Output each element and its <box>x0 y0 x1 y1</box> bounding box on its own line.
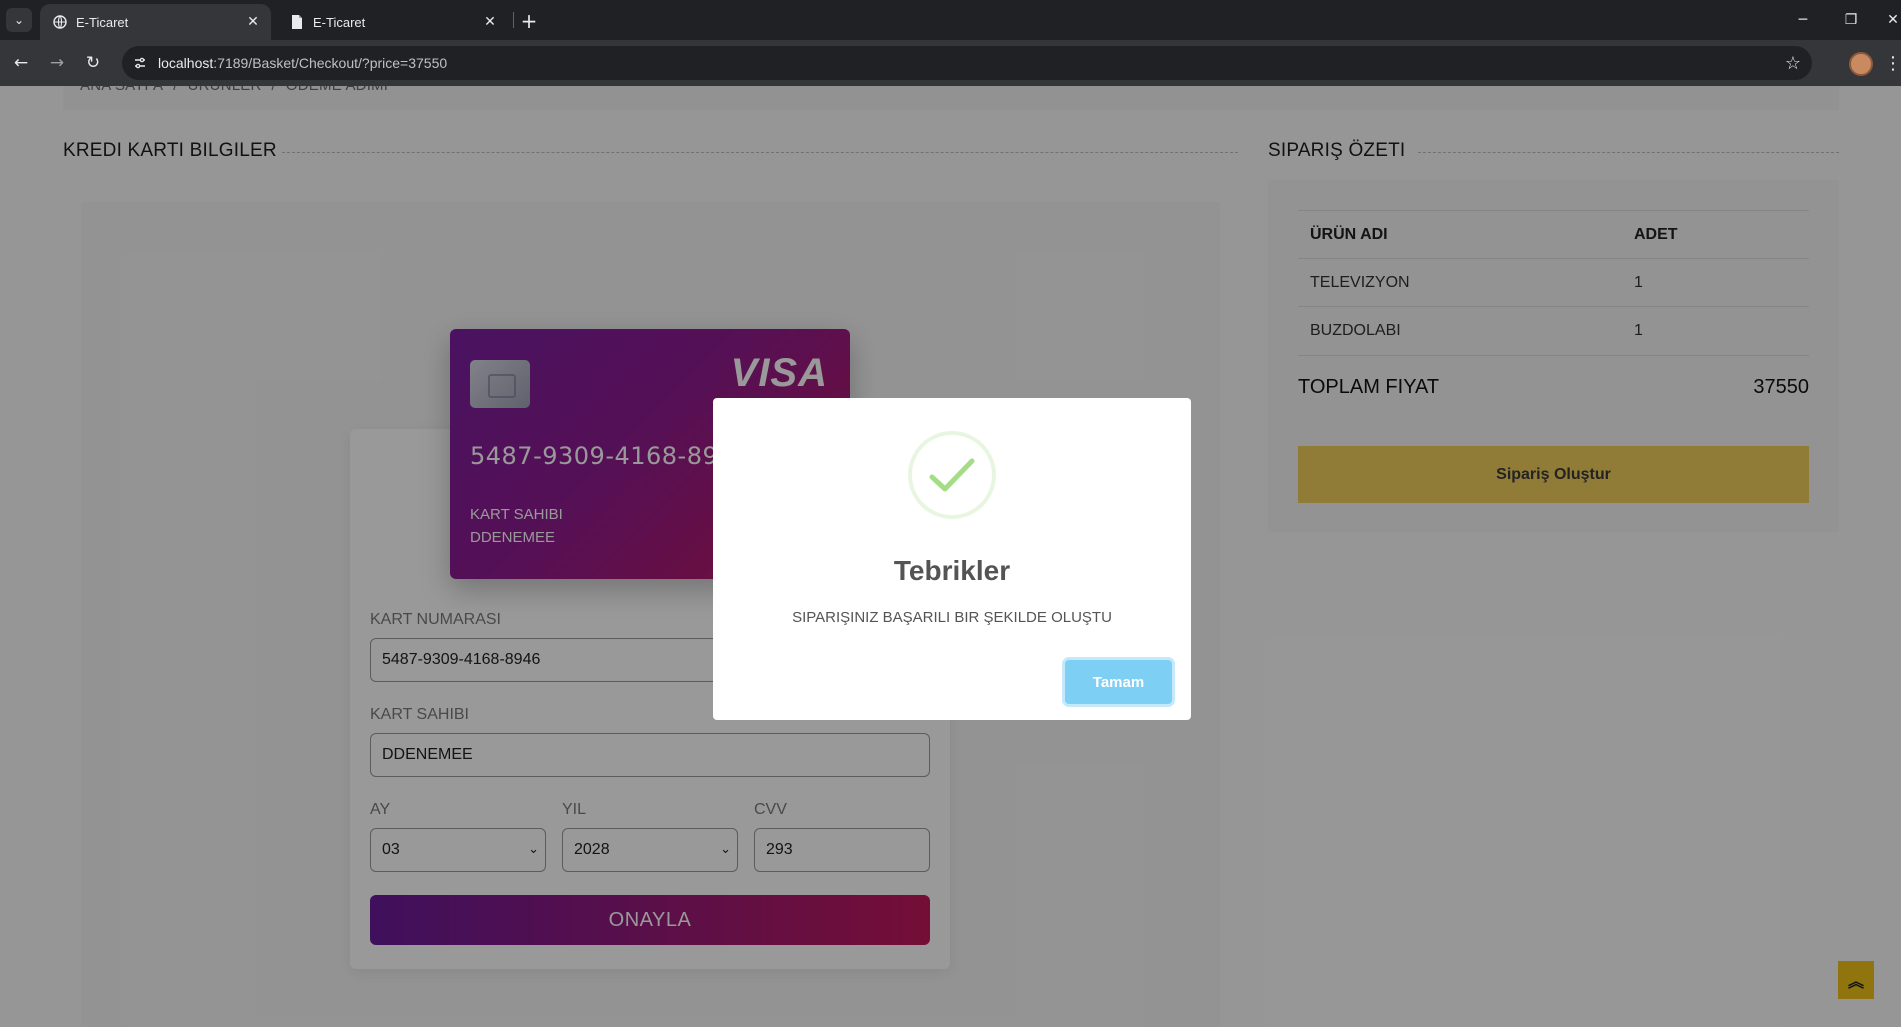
site-info-icon[interactable] <box>132 55 148 71</box>
tab-title: E-Ticaret <box>313 14 366 30</box>
url-text[interactable]: localhost:7189/Basket/Checkout/?price=37… <box>158 55 447 71</box>
dialog-message: SIPARIŞINIZ BAŞARILI BIR ŞEKILDE OLUŞTU <box>792 609 1112 626</box>
address-bar[interactable]: localhost:7189/Basket/Checkout/?price=37… <box>122 46 1812 80</box>
success-dialog: Tebrikler SIPARIŞINIZ BAŞARILI BIR ŞEKIL… <box>713 398 1191 720</box>
document-icon <box>289 14 305 30</box>
tab-separator <box>513 12 514 28</box>
reload-icon[interactable]: ↻ <box>80 50 106 76</box>
star-icon[interactable]: ☆ <box>1782 52 1804 74</box>
menu-dots-icon[interactable]: ⋮ <box>1884 50 1901 76</box>
close-icon[interactable]: ✕ <box>480 12 500 32</box>
back-icon[interactable]: ← <box>8 50 34 76</box>
tab-search-chevron-down-icon[interactable]: ⌄ <box>6 8 32 32</box>
restore-icon[interactable]: ❐ <box>1836 8 1866 32</box>
dialog-title: Tebrikler <box>893 555 1011 586</box>
window-close-icon[interactable]: ✕ <box>1878 8 1901 32</box>
browser-tabstrip: ⌄ E-Ticaret ✕ E-Ticaret ✕ + ─ ❐ ✕ <box>0 0 1901 40</box>
close-icon[interactable]: ✕ <box>243 12 263 32</box>
profile-avatar[interactable] <box>1849 52 1873 76</box>
tab-title: E-Ticaret <box>76 14 129 30</box>
browser-tab-inactive[interactable]: E-Ticaret ✕ <box>277 4 508 40</box>
browser-tab-active[interactable]: E-Ticaret ✕ <box>40 4 271 40</box>
url-path: :7189/Basket/Checkout/?price=37550 <box>213 55 448 71</box>
url-host: localhost <box>158 55 214 71</box>
browser-toolbar: ← → ↻ localhost:7189/Basket/Checkout/?pr… <box>0 40 1901 86</box>
ok-button[interactable]: Tamam <box>1065 660 1172 704</box>
checkmark-icon <box>908 431 996 519</box>
globe-icon <box>52 14 68 30</box>
new-tab-plus-icon[interactable]: + <box>518 9 540 33</box>
minimize-icon[interactable]: ─ <box>1788 8 1818 32</box>
forward-icon[interactable]: → <box>44 50 70 76</box>
